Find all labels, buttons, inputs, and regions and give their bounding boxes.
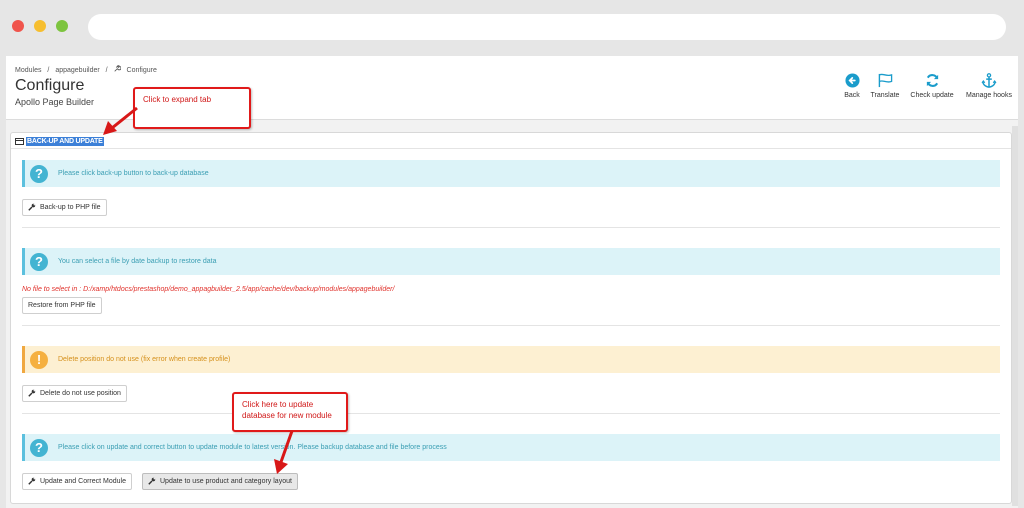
arrow-to-tab	[103, 106, 138, 135]
browser-window: Modules / appagebuilder / Configure Conf…	[0, 0, 1024, 508]
annotation-arrows	[103, 106, 294, 474]
arrow-to-layout-button	[274, 430, 294, 474]
